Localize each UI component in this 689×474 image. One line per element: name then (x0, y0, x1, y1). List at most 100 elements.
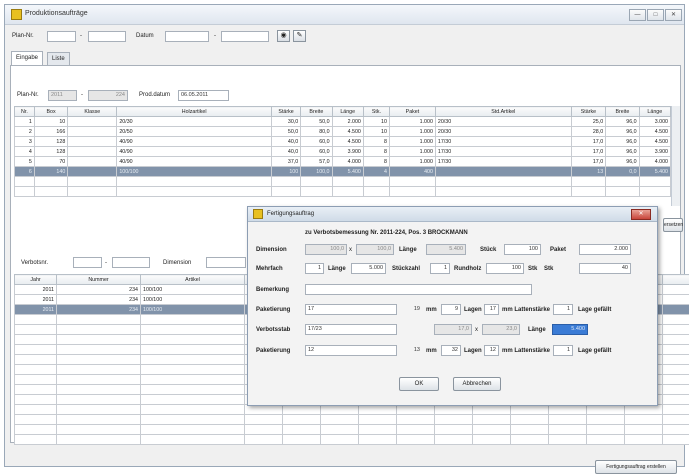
table-row[interactable]: 11020/3030,050,02.000101.00020/3025,096,… (15, 117, 671, 127)
vs-laenge-input[interactable]: 5.400 (552, 324, 588, 335)
paket2-num: 13 (398, 345, 423, 356)
prod-date-input[interactable]: 06.05.2011 (178, 90, 229, 101)
laenge2-label: Länge (328, 266, 346, 272)
col-header[interactable]: Holzartikel (117, 107, 272, 117)
lagen1b-input[interactable]: 17 (484, 304, 499, 315)
table-cell: 5.400 (639, 167, 670, 177)
empty-row (15, 435, 689, 445)
table-cell: 17,0 (571, 137, 605, 147)
table-cell: 234 (57, 305, 141, 315)
table-cell: 234 (57, 285, 141, 295)
col-header[interactable]: Breite (606, 107, 639, 117)
col-header[interactable]: Nr. (15, 107, 35, 117)
datum-to-input[interactable] (221, 31, 269, 42)
paket-input[interactable]: 2.000 (579, 244, 631, 255)
dialog-close-button[interactable]: ✕ (631, 209, 651, 220)
table-cell: 4.500 (639, 137, 670, 147)
dimension-input[interactable] (206, 257, 246, 268)
table-cell: 20/30 (435, 117, 571, 127)
mehrfach-input[interactable]: 1 (305, 263, 324, 274)
edit-icon[interactable]: ✎ (293, 30, 306, 42)
close-button[interactable]: ✕ (665, 9, 682, 21)
table-cell: 234 (57, 295, 141, 305)
plan-nr-from-input[interactable] (47, 31, 76, 42)
bemerkung-input[interactable] (305, 284, 532, 295)
col-header[interactable]: Stärke (571, 107, 605, 117)
bemerkung-label: Bemerkung (256, 287, 289, 293)
dim2-input[interactable]: 100,0 (356, 244, 394, 255)
tab-liste[interactable]: Liste (47, 52, 70, 65)
stk-input[interactable]: 40 (579, 263, 631, 274)
table-row[interactable]: 6140100/100100100,05.4004400130,05.400 (15, 167, 671, 177)
col-header[interactable]: Nummer (57, 275, 141, 285)
plan-nr-label: Plan-Nr. (12, 33, 34, 39)
stueck-label: Stück (480, 247, 496, 253)
table-cell: 2011 (15, 305, 57, 315)
lagen2-input[interactable]: 32 (441, 345, 461, 356)
verbotsnr-to-input[interactable] (112, 257, 150, 268)
lagen1-input[interactable]: 9 (441, 304, 461, 315)
minimize-button[interactable]: — (629, 9, 646, 21)
col-header[interactable]: Länge (639, 107, 670, 117)
table-row[interactable]: 57040/9037,057,04.00081.00017/3017,096,0… (15, 157, 671, 167)
col-header[interactable]: Box (34, 107, 67, 117)
dim1-input[interactable]: 100,0 (305, 244, 347, 255)
binoculars-icon[interactable]: ◉ (277, 30, 290, 42)
table-cell (68, 137, 117, 147)
stueck-input[interactable]: 100 (504, 244, 541, 255)
positions-scrollbar[interactable] (671, 106, 680, 206)
table-cell: 60,0 (301, 147, 332, 157)
table-cell: 0,0 (606, 167, 639, 177)
table-cell: 3 (15, 137, 35, 147)
plan-nr-to-input[interactable] (88, 31, 126, 42)
paketierung2-input[interactable]: 12 (305, 345, 397, 356)
plan-year-input[interactable]: 2011 (48, 90, 77, 101)
col-header[interactable]: Paket (389, 107, 435, 117)
col-header[interactable]: Breite (301, 107, 332, 117)
table-cell (68, 117, 117, 127)
datum-from-input[interactable] (165, 31, 209, 42)
laenge2-input[interactable]: 5.000 (351, 263, 386, 274)
cancel-button[interactable]: Abbrechen (453, 377, 501, 391)
col-header[interactable]: Klasse (68, 107, 117, 117)
verbotsnr-from-input[interactable] (73, 257, 102, 268)
lagen2b-input[interactable]: 12 (484, 345, 499, 356)
vs-dim2-input[interactable]: 23,0 (482, 324, 520, 335)
table-cell (68, 167, 117, 177)
vs-dim1-input[interactable]: 17,0 (434, 324, 472, 335)
create-production-order-button[interactable]: Fertigungsauftrag erstellen (595, 460, 677, 474)
table-cell: 96,0 (606, 147, 639, 157)
paketierung-input[interactable]: 17 (305, 304, 397, 315)
table-cell: 60,0 (301, 137, 332, 147)
lage2-input[interactable]: 1 (553, 345, 573, 356)
verbotsstab-input[interactable]: 17/23 (305, 324, 397, 335)
col-header[interactable]: Artikel (141, 275, 245, 285)
lage-gefaelt-label-2: Lage gefällt (578, 348, 611, 354)
ok-button[interactable]: OK (399, 377, 439, 391)
rundholz-input[interactable]: 100 (486, 263, 524, 274)
table-cell: 3.000 (639, 117, 670, 127)
table-cell: 17,0 (571, 157, 605, 167)
col-header[interactable]: Jahr (15, 275, 57, 285)
table-row[interactable]: 412840/9040,060,03.90081.00017/3017,096,… (15, 147, 671, 157)
dialog-title-bar: Fertigungsauftrag ✕ (248, 207, 657, 222)
table-row[interactable]: 312840/9040,060,04.50081.00017/3017,096,… (15, 137, 671, 147)
col-header[interactable]: Länge (332, 107, 363, 117)
lage1-input[interactable]: 1 (553, 304, 573, 315)
table-cell: 4 (15, 147, 35, 157)
stueckzahl-input[interactable]: 1 (430, 263, 450, 274)
plan-number-input[interactable]: 224 (88, 90, 128, 101)
table-cell: 3.900 (332, 147, 363, 157)
ersetzen-button[interactable]: ersetzen (663, 218, 683, 232)
tab-eingabe[interactable]: Eingabe (11, 51, 43, 65)
laenge-input[interactable]: 5.400 (426, 244, 466, 255)
table-row[interactable]: 216620/5050,080,04.500101.00020/3028,096… (15, 127, 671, 137)
times-label: x (349, 247, 352, 253)
lagen-label: Lagen (464, 307, 482, 313)
table-cell: 128 (34, 137, 67, 147)
col-header[interactable]: Stärke (271, 107, 300, 117)
col-header[interactable]: Stk. (363, 107, 389, 117)
table-cell: 4.500 (639, 127, 670, 137)
maximize-button[interactable]: □ (647, 9, 664, 21)
col-header[interactable]: Std.Artikel (435, 107, 571, 117)
